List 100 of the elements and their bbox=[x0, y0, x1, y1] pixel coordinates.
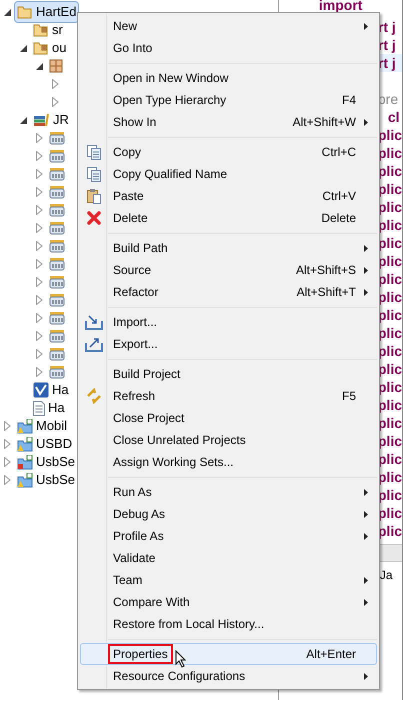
expanded-triangle-icon[interactable] bbox=[36, 62, 43, 70]
tree-item-label[interactable]: USBD bbox=[36, 434, 72, 454]
collapsed-triangle-icon[interactable] bbox=[4, 421, 11, 431]
jar-icon bbox=[49, 167, 65, 181]
clipboard-icon bbox=[86, 188, 102, 204]
jar-icon bbox=[49, 293, 65, 307]
menu-item[interactable]: Resource Configurations bbox=[80, 665, 377, 687]
menu-item[interactable]: Go Into bbox=[80, 37, 377, 59]
menu-item[interactable]: Restore from Local History... bbox=[80, 613, 377, 635]
jar-icon bbox=[49, 257, 65, 271]
shortcut-label: Delete bbox=[321, 210, 356, 227]
menu-item[interactable]: Open in New Window bbox=[80, 67, 377, 89]
collapsed-triangle-icon[interactable] bbox=[4, 457, 11, 467]
jar-icon bbox=[49, 365, 65, 379]
jar-icon bbox=[49, 149, 65, 163]
menu-item[interactable]: Run As bbox=[80, 481, 377, 503]
code-line: import bbox=[318, 0, 362, 12]
menu-item[interactable]: Build Project bbox=[80, 363, 377, 385]
collapsed-triangle-icon[interactable] bbox=[52, 79, 59, 89]
copy-icon bbox=[86, 144, 102, 160]
mouse-cursor-icon bbox=[174, 650, 187, 668]
package-icon bbox=[49, 59, 63, 73]
menu-item[interactable]: Delete Delete bbox=[80, 207, 377, 229]
collapsed-triangle-icon[interactable] bbox=[4, 475, 11, 485]
menu-item[interactable]: Refresh F5 bbox=[80, 385, 377, 407]
copy-icon bbox=[86, 166, 102, 182]
menu-item[interactable]: Import... bbox=[80, 311, 377, 333]
jar-icon bbox=[49, 203, 65, 217]
menu-item[interactable]: Close Unrelated Projects bbox=[80, 429, 377, 451]
collapsed-triangle-icon[interactable] bbox=[36, 331, 43, 341]
shortcut-label: Alt+Enter bbox=[306, 646, 356, 663]
menu-item[interactable]: Paste Ctrl+V bbox=[80, 185, 377, 207]
collapsed-triangle-icon[interactable] bbox=[36, 295, 43, 305]
folder-warning-icon bbox=[17, 472, 33, 488]
expanded-triangle-icon[interactable] bbox=[20, 44, 27, 52]
menu-item[interactable]: Show In Alt+Shift+W bbox=[80, 111, 377, 133]
tree-item-label[interactable]: Mobil bbox=[36, 416, 68, 436]
menu-item[interactable]: Team bbox=[80, 569, 377, 591]
shortcut-label: Ctrl+V bbox=[322, 188, 356, 205]
folder-icon bbox=[33, 41, 49, 55]
menu-item[interactable]: Source Alt+Shift+S bbox=[80, 259, 377, 281]
collapsed-triangle-icon[interactable] bbox=[36, 223, 43, 233]
folder-error-icon bbox=[17, 454, 33, 470]
collapsed-triangle-icon[interactable] bbox=[36, 151, 43, 161]
shortcut-label: F5 bbox=[342, 388, 356, 405]
menu-item[interactable]: Copy Ctrl+C bbox=[80, 141, 377, 163]
shortcut-label: F4 bbox=[342, 92, 356, 109]
delete-icon bbox=[86, 210, 102, 226]
collapsed-triangle-icon[interactable] bbox=[36, 313, 43, 323]
folder-icon bbox=[33, 23, 49, 37]
menu-item[interactable]: Export... bbox=[80, 333, 377, 355]
menu-item[interactable]: Compare With bbox=[80, 591, 377, 613]
menu-item[interactable]: Profile As bbox=[80, 525, 377, 547]
jar-icon bbox=[49, 275, 65, 289]
collapsed-triangle-icon[interactable] bbox=[36, 259, 43, 269]
menu-item[interactable]: New bbox=[80, 15, 377, 37]
tree-item-label[interactable]: Ha bbox=[52, 380, 69, 400]
tree-item-label[interactable]: sr bbox=[52, 20, 63, 40]
collapsed-triangle-icon[interactable] bbox=[36, 277, 43, 287]
menu-item[interactable]: Validate bbox=[80, 547, 377, 569]
collapsed-triangle-icon[interactable] bbox=[36, 169, 43, 179]
folder-icon bbox=[17, 5, 33, 19]
tree-item-label[interactable]: UsbSe bbox=[36, 470, 76, 490]
menu-item[interactable]: Debug As bbox=[80, 503, 377, 525]
menu-item[interactable]: Copy Qualified Name bbox=[80, 163, 377, 185]
menu-item[interactable]: Close Project bbox=[80, 407, 377, 429]
collapsed-triangle-icon[interactable] bbox=[36, 133, 43, 143]
jar-icon bbox=[49, 311, 65, 325]
menu-item[interactable]: Open Type Hierarchy F4 bbox=[80, 89, 377, 111]
tree-item-label[interactable]: JR bbox=[53, 110, 69, 130]
menu-item[interactable]: Assign Working Sets... bbox=[80, 451, 377, 473]
books-icon bbox=[33, 113, 50, 127]
collapsed-triangle-icon[interactable] bbox=[36, 241, 43, 251]
annotation-frame: Properties bbox=[108, 644, 173, 664]
jar-icon bbox=[49, 329, 65, 343]
tree-item-label[interactable]: Ha bbox=[48, 398, 65, 418]
checkmark-badge-icon bbox=[33, 382, 49, 398]
collapsed-triangle-icon[interactable] bbox=[4, 439, 11, 449]
tree-item-label[interactable]: UsbSe bbox=[36, 452, 76, 472]
tree-item-label[interactable]: ou bbox=[52, 38, 66, 58]
expanded-triangle-icon[interactable] bbox=[4, 8, 11, 16]
file-icon bbox=[33, 400, 45, 416]
jar-icon bbox=[49, 347, 65, 361]
expanded-triangle-icon[interactable] bbox=[20, 116, 27, 124]
jar-icon bbox=[49, 185, 65, 199]
menu-item[interactable]: Properties Alt+Enter bbox=[80, 643, 377, 665]
collapsed-triangle-icon[interactable] bbox=[36, 367, 43, 377]
collapsed-triangle-icon[interactable] bbox=[36, 205, 43, 215]
collapsed-triangle-icon[interactable] bbox=[36, 349, 43, 359]
menu-item[interactable]: Refactor Alt+Shift+T bbox=[80, 281, 377, 303]
refresh-icon bbox=[86, 388, 102, 404]
shortcut-label: Ctrl+C bbox=[322, 144, 356, 161]
jar-icon bbox=[49, 221, 65, 235]
code-line: cl bbox=[388, 109, 400, 125]
menu-item[interactable]: Build Path bbox=[80, 237, 377, 259]
shortcut-label: Alt+Shift+T bbox=[296, 284, 356, 301]
jar-icon bbox=[49, 131, 65, 145]
shortcut-label: Alt+Shift+S bbox=[296, 262, 356, 279]
collapsed-triangle-icon[interactable] bbox=[52, 97, 59, 107]
collapsed-triangle-icon[interactable] bbox=[36, 187, 43, 197]
